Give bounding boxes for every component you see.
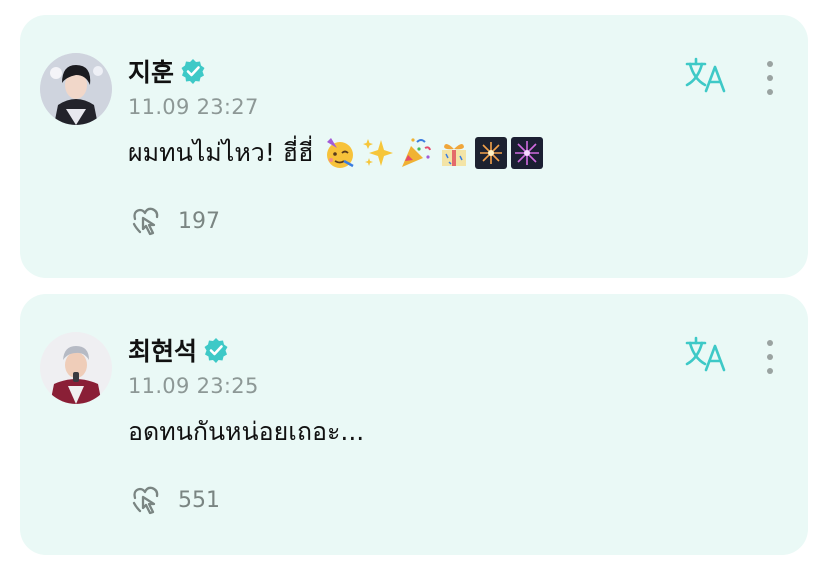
party-popper-emoji bbox=[402, 138, 432, 167]
like-button[interactable]: 197 bbox=[130, 205, 220, 237]
heart-tap-icon bbox=[132, 486, 159, 515]
avatar[interactable] bbox=[40, 332, 112, 404]
avatar[interactable] bbox=[40, 53, 112, 125]
wrapped-gift-emoji bbox=[442, 143, 467, 166]
message-text: ผมทนไม่ไหว! ฮี่ฮี่ bbox=[128, 138, 314, 167]
fireworks-emoji bbox=[475, 137, 508, 169]
post-card[interactable]: 최현석 11.09 23:25 อดทนกันหน่อยเถอะ... 551 bbox=[20, 294, 808, 555]
like-count: 551 bbox=[178, 487, 220, 513]
post-message: อดทนกันหน่อยเถอะ... bbox=[128, 412, 364, 452]
verified-badge-icon bbox=[181, 59, 205, 84]
post-timestamp: 11.09 23:25 bbox=[128, 374, 259, 398]
like-button[interactable]: 551 bbox=[130, 484, 220, 516]
author-name[interactable]: 지훈 bbox=[128, 53, 174, 89]
author-row: 지훈 bbox=[128, 53, 206, 89]
post-timestamp: 11.09 23:27 bbox=[128, 95, 259, 119]
sparkler-emoji bbox=[511, 137, 544, 169]
post-card[interactable]: 지훈 11.09 23:27 ผมทนไม่ไหว! ฮี่ฮี่ 197 bbox=[20, 15, 808, 278]
translate-icon[interactable] bbox=[684, 55, 728, 95]
more-vertical-icon[interactable] bbox=[760, 59, 780, 97]
partying-face-emoji bbox=[327, 138, 354, 168]
emoji-group bbox=[323, 136, 544, 170]
translate-icon[interactable] bbox=[684, 334, 728, 374]
heart-tap-icon bbox=[132, 207, 159, 236]
author-row: 최현석 bbox=[128, 332, 229, 368]
post-message: ผมทนไม่ไหว! ฮี่ฮี่ bbox=[128, 133, 544, 173]
message-text: อดทนกันหน่อยเถอะ... bbox=[128, 417, 365, 446]
like-count: 197 bbox=[178, 208, 220, 234]
more-vertical-icon[interactable] bbox=[760, 338, 780, 376]
verified-badge-icon bbox=[204, 338, 228, 363]
sparkles-emoji bbox=[363, 139, 394, 166]
author-name[interactable]: 최현석 bbox=[128, 332, 197, 368]
